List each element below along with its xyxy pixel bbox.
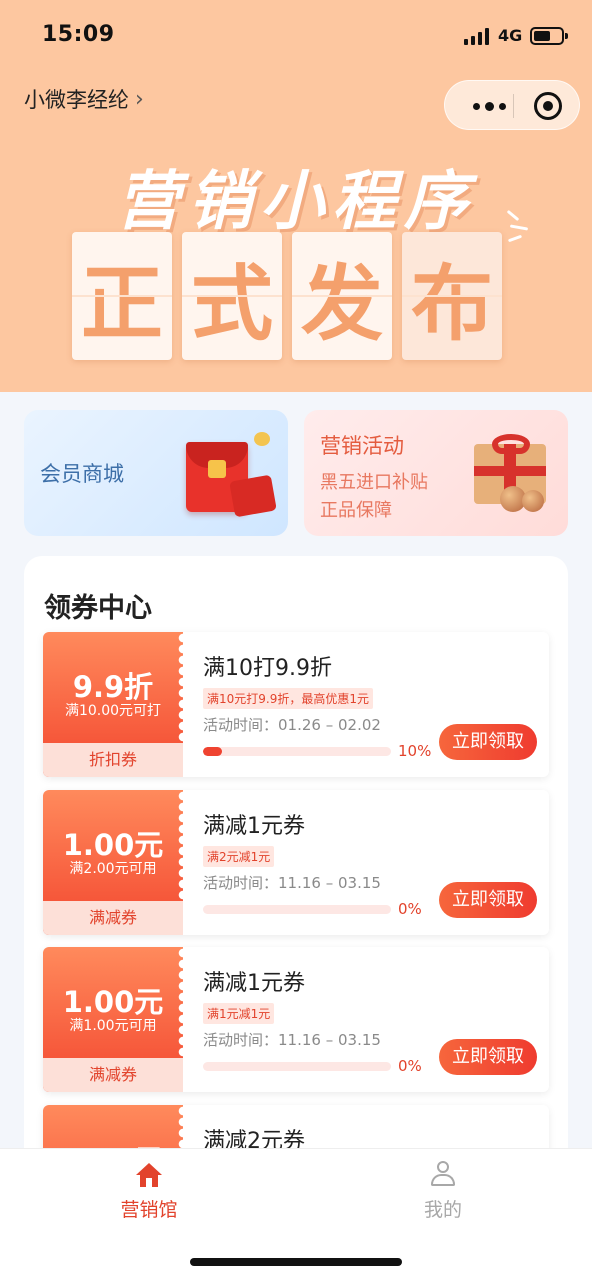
sparkle-icon xyxy=(500,208,530,248)
red-envelope-icon xyxy=(229,474,277,518)
hero-char-box: 发 xyxy=(292,232,392,360)
hero-char-box: 正 xyxy=(72,232,172,360)
coupon-progress-bar xyxy=(203,747,391,756)
close-miniprogram-icon[interactable] xyxy=(534,92,562,120)
coupon-center-title: 领券中心 xyxy=(44,593,152,624)
coupon-name: 满10打9.9折 xyxy=(203,656,332,681)
home-icon xyxy=(136,1163,162,1187)
coupon-type: 满减券 xyxy=(43,901,183,935)
coupon-type: 满减券 xyxy=(43,1058,183,1092)
hero-char-box: 布 xyxy=(402,232,502,360)
coupon-period: 活动时间：01.26 – 02.02 xyxy=(203,716,381,734)
hero-banner: 15:09 4G 小微李经纶 › 营销小程序 正 式 发 布 xyxy=(0,0,592,392)
tab-marketing-hall[interactable]: 营销馆 xyxy=(74,1159,224,1222)
hero-characters: 正 式 发 布 xyxy=(72,232,502,360)
miniprogram-name[interactable]: 小微李经纶 › xyxy=(24,84,144,114)
marketing-activity-line2: 正品保障 xyxy=(320,500,392,521)
gift-bow-icon xyxy=(492,434,530,454)
coupon-name: 满减1元券 xyxy=(203,814,305,839)
tab-label: 营销馆 xyxy=(120,1199,178,1221)
marketing-activity-title: 营销活动 xyxy=(320,434,404,458)
coupon-card: 1.00元 满2.00元可用 满减券 满减1元券 满2元减1元 活动时间：11.… xyxy=(43,790,549,935)
claim-coupon-button[interactable]: 立即领取 xyxy=(439,724,537,760)
capsule-divider xyxy=(513,94,514,118)
claim-coupon-button[interactable]: 立即领取 xyxy=(439,1039,537,1075)
coupon-name: 满减1元券 xyxy=(203,971,305,996)
status-time: 15:09 xyxy=(42,22,115,47)
coin-icon xyxy=(254,432,270,446)
capsule-menu xyxy=(444,80,580,130)
coupon-progress-label: 0% xyxy=(398,1057,422,1075)
marketing-activity-line1: 黑五进口补贴 xyxy=(320,472,428,493)
coupon-condition: 满10.00元可打 xyxy=(64,703,162,719)
more-icon[interactable] xyxy=(465,81,513,131)
coupon-rule-tag: 满10元打9.9折，最高优惠1元 xyxy=(203,688,373,709)
tab-label: 我的 xyxy=(423,1199,462,1221)
coupon-progress-fill xyxy=(203,747,222,756)
coupon-progress-label: 0% xyxy=(398,900,422,918)
coupon-rule-tag: 满2元减1元 xyxy=(203,846,275,867)
claim-coupon-button[interactable]: 立即领取 xyxy=(439,882,537,918)
network-label: 4G xyxy=(498,26,523,45)
hero-char-box: 式 xyxy=(182,232,282,360)
chevron-right-icon: › xyxy=(135,86,144,112)
coupon-rule-tag: 满1元减1元 xyxy=(203,1003,275,1024)
home-indicator xyxy=(190,1258,402,1266)
coupon-progress-bar xyxy=(203,905,391,914)
coupon-period: 活动时间：11.16 – 03.15 xyxy=(203,874,381,892)
member-mall-label: 会员商城 xyxy=(40,462,124,486)
signal-icon xyxy=(464,28,489,45)
ornament-icon xyxy=(522,490,544,512)
battery-icon xyxy=(530,27,568,45)
miniprogram-name-label: 小微李经纶 xyxy=(24,88,129,112)
coupon-period: 活动时间：11.16 – 03.15 xyxy=(203,1031,381,1049)
member-mall-card[interactable]: 会员商城 xyxy=(24,410,288,536)
coupon-condition: 满2.00元可用 xyxy=(69,861,157,877)
coupon-card: 1.00元 满1.00元可用 满减券 满减1元券 满1元减1元 活动时间：11.… xyxy=(43,947,549,1092)
user-icon xyxy=(430,1161,456,1187)
coupon-condition: 满1.00元可用 xyxy=(69,1018,157,1034)
status-bar: 15:09 4G xyxy=(0,0,592,72)
coupon-progress-bar xyxy=(203,1062,391,1071)
coupon-progress-label: 10% xyxy=(398,742,432,760)
tab-mine[interactable]: 我的 xyxy=(368,1159,518,1222)
coupon-type: 折扣券 xyxy=(43,743,183,777)
coupon-card: 9.9折 满10.00元可打 折扣券 满10打9.9折 满10元打9.9折，最高… xyxy=(43,632,549,777)
